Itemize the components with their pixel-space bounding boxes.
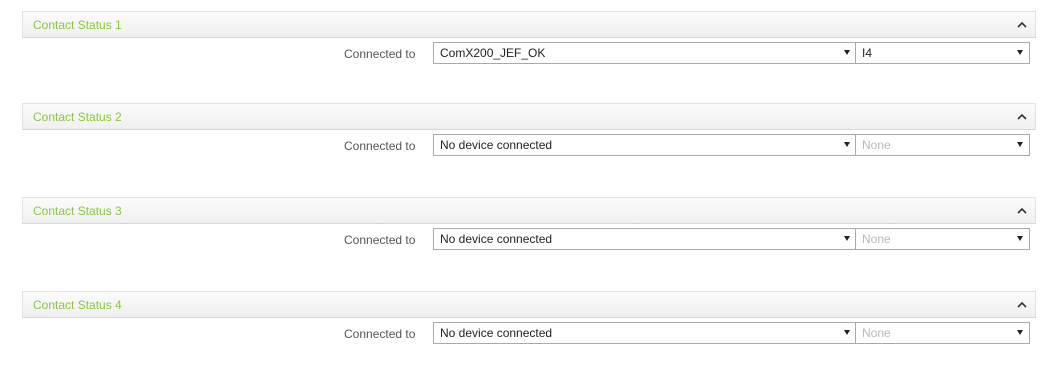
device-select-value: ComX200_JEF_OK (440, 46, 546, 60)
chevron-up-icon[interactable] (1015, 110, 1029, 124)
device-select[interactable]: ComX200_JEF_OK (433, 42, 857, 64)
dropdown-arrow-icon (844, 330, 850, 335)
dropdown-arrow-icon (844, 142, 850, 147)
io-select[interactable]: None (855, 322, 1030, 344)
connection-row: Connected to ComX200_JEF_OK I4 (22, 38, 1036, 68)
contact-status-section-2: Contact Status 2 Connected to No device … (22, 103, 1036, 160)
io-select-value: None (862, 138, 891, 152)
io-select-value: None (862, 326, 891, 340)
dropdown-arrow-icon (844, 50, 850, 55)
device-select-value: No device connected (440, 138, 553, 152)
connected-to-label: Connected to (344, 139, 416, 153)
io-select-value: I4 (862, 46, 873, 60)
contact-status-page: Contact Status 1 Connected to ComX200_JE… (0, 0, 1042, 371)
contact-status-section-1: Contact Status 1 Connected to ComX200_JE… (22, 11, 1036, 68)
section-title: Contact Status 1 (33, 18, 122, 32)
contact-status-section-3: Contact Status 3 Connected to No device … (22, 197, 1036, 254)
chevron-up-icon[interactable] (1015, 298, 1029, 312)
section-title: Contact Status 2 (33, 110, 122, 124)
dropdown-arrow-icon (1017, 50, 1023, 55)
io-select[interactable]: None (855, 134, 1030, 156)
io-select[interactable]: I4 (855, 42, 1030, 64)
io-select[interactable]: None (855, 228, 1030, 250)
section-header[interactable]: Contact Status 4 (22, 291, 1036, 318)
section-title: Contact Status 4 (33, 298, 122, 312)
dropdown-arrow-icon (1017, 142, 1023, 147)
device-select[interactable]: No device connected (433, 134, 857, 156)
chevron-up-icon[interactable] (1015, 204, 1029, 218)
connected-to-label: Connected to (344, 47, 416, 61)
section-title: Contact Status 3 (33, 204, 122, 218)
chevron-up-icon[interactable] (1015, 18, 1029, 32)
device-select-value: No device connected (440, 326, 553, 340)
section-header[interactable]: Contact Status 3 (22, 197, 1036, 224)
connection-row: Connected to No device connected None (22, 224, 1036, 254)
io-select-value: None (862, 232, 891, 246)
section-header[interactable]: Contact Status 1 (22, 11, 1036, 38)
device-select[interactable]: No device connected (433, 228, 857, 250)
connected-to-label: Connected to (344, 233, 416, 247)
device-select-value: No device connected (440, 232, 553, 246)
section-header[interactable]: Contact Status 2 (22, 103, 1036, 130)
contact-status-section-4: Contact Status 4 Connected to No device … (22, 291, 1036, 348)
dropdown-arrow-icon (1017, 330, 1023, 335)
connected-to-label: Connected to (344, 327, 416, 341)
connection-row: Connected to No device connected None (22, 318, 1036, 348)
dropdown-arrow-icon (844, 236, 850, 241)
device-select[interactable]: No device connected (433, 322, 857, 344)
connection-row: Connected to No device connected None (22, 130, 1036, 160)
dropdown-arrow-icon (1017, 236, 1023, 241)
